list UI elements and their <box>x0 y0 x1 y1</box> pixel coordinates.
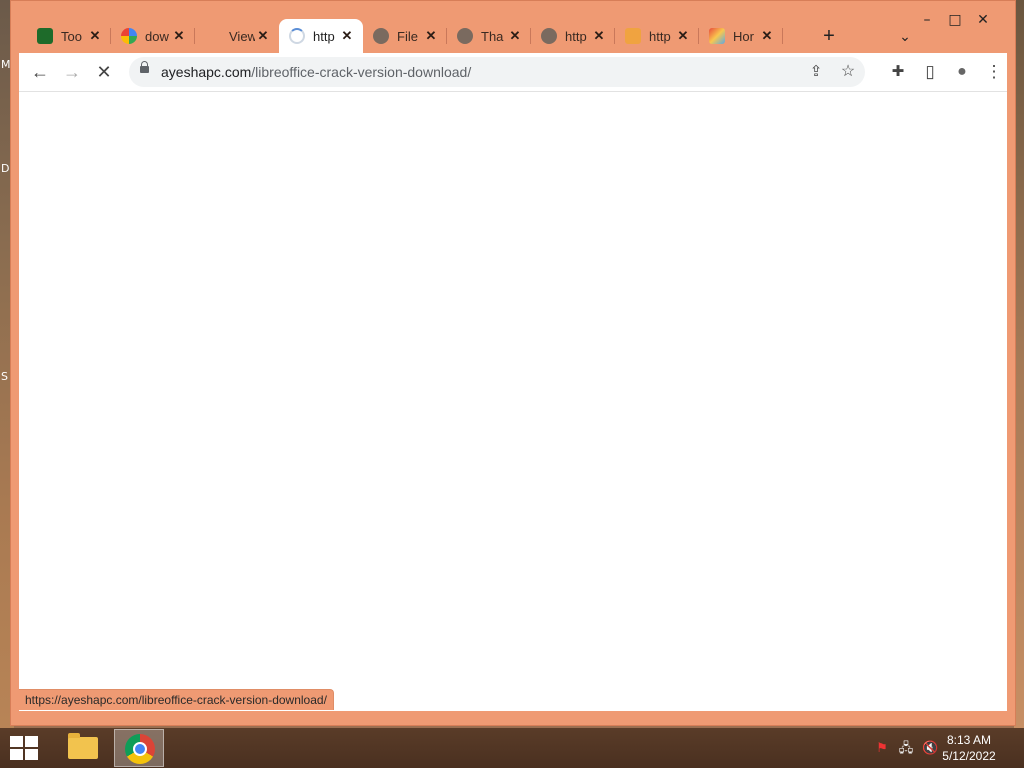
clock-time: 8:13 AM <box>946 733 992 747</box>
profile-avatar-icon[interactable]: ● <box>947 57 977 87</box>
gear-icon <box>37 28 53 44</box>
back-button[interactable]: ← <box>25 57 55 87</box>
address-bar[interactable]: ayeshapc.com/libreoffice-crack-version-d… <box>129 57 865 87</box>
tab-hor[interactable]: Hor ✕ <box>699 19 783 53</box>
globe-icon <box>373 28 389 44</box>
windows-logo-icon <box>25 749 38 760</box>
tab-label: Too <box>61 28 82 44</box>
tab-http-2[interactable]: http ✕ <box>615 19 699 53</box>
tab-label: File <box>397 28 418 44</box>
new-tab-button[interactable]: + <box>815 19 843 53</box>
tab-close-icon[interactable]: ✕ <box>339 28 355 44</box>
chrome-menu-icon[interactable]: ⋮ <box>979 57 1009 87</box>
windows-logo-icon <box>10 749 23 760</box>
action-center-flag-icon[interactable]: ⚑ <box>874 740 890 756</box>
loading-spinner-icon <box>289 28 305 44</box>
desktop-icon-label: D <box>1 162 10 175</box>
tab-separator <box>782 28 783 44</box>
browser-window: – □ ✕ Too ✕ dow ✕ View ✕ http ✕ File ✕ T… <box>10 0 1016 726</box>
share-icon[interactable]: ⇪ <box>801 57 831 87</box>
stop-loading-button[interactable]: ✕ <box>89 57 119 87</box>
tab-close-icon[interactable]: ✕ <box>759 28 775 44</box>
tab-label: View <box>229 28 255 44</box>
link-status-bubble: https://ayeshapc.com/libreoffice-crack-v… <box>19 689 334 710</box>
start-button[interactable] <box>10 736 38 760</box>
tab-file[interactable]: File ✕ <box>363 19 447 53</box>
tab-close-icon[interactable]: ✕ <box>255 28 271 44</box>
tab-close-icon[interactable]: ✕ <box>423 28 439 44</box>
tab-tools[interactable]: Too ✕ <box>27 19 111 53</box>
extensions-icon[interactable]: ✚ <box>883 57 913 87</box>
tab-label: Hor <box>733 28 754 44</box>
windows-taskbar: ⚑ 🖧 🔇 8:13 AM 5/12/2022 <box>0 728 1024 768</box>
taskbar-chrome[interactable] <box>114 729 164 767</box>
tab-close-icon[interactable]: ✕ <box>171 28 187 44</box>
tab-close-icon[interactable]: ✕ <box>591 28 607 44</box>
chrome-icon <box>125 734 155 764</box>
close-window-button[interactable]: ✕ <box>969 3 997 37</box>
tab-label: Tha <box>481 28 504 44</box>
tab-tha[interactable]: Tha ✕ <box>447 19 531 53</box>
globe-icon <box>457 28 473 44</box>
forward-button[interactable]: → <box>57 57 87 87</box>
orange-star-icon <box>625 28 641 44</box>
folder-icon <box>68 733 98 759</box>
bookmark-star-icon[interactable]: ☆ <box>833 57 863 87</box>
lock-icon[interactable] <box>140 61 149 73</box>
blank-favicon-icon <box>205 28 221 44</box>
tab-google-search[interactable]: dow ✕ <box>111 19 195 53</box>
url-host: ayeshapc.com <box>161 64 252 80</box>
tab-close-icon[interactable]: ✕ <box>87 28 103 44</box>
tab-close-icon[interactable]: ✕ <box>675 28 691 44</box>
side-panel-icon[interactable]: ▯ <box>915 57 945 87</box>
url-path: /libreoffice-crack-version-download/ <box>251 64 472 80</box>
system-clock[interactable]: 8:13 AM 5/12/2022 <box>934 732 1004 764</box>
tab-view[interactable]: View ✕ <box>195 19 279 53</box>
tab-label: http <box>649 28 671 44</box>
colorful-logo-icon <box>709 28 725 44</box>
google-icon <box>121 28 137 44</box>
taskbar-file-explorer[interactable] <box>56 729 106 767</box>
tab-label: dow <box>145 28 169 44</box>
windows-logo-icon <box>25 736 38 747</box>
url-text[interactable]: ayeshapc.com/libreoffice-crack-version-d… <box>161 57 471 87</box>
windows-logo-icon <box>10 736 23 747</box>
clock-date: 5/12/2022 <box>942 749 996 763</box>
network-icon[interactable]: 🖧 <box>898 740 914 756</box>
globe-icon <box>541 28 557 44</box>
tab-http[interactable]: http ✕ <box>531 19 615 53</box>
browser-toolbar: ← → ✕ ayeshapc.com/libreoffice-crack-ver… <box>19 53 1007 92</box>
tab-strip: Too ✕ dow ✕ View ✕ http ✕ File ✕ Tha ✕ h… <box>27 19 927 53</box>
tab-search-button[interactable]: ⌄ <box>895 19 915 53</box>
tab-label: http <box>313 28 335 44</box>
tab-label: http <box>565 28 587 44</box>
desktop-icon-label: S <box>1 370 8 383</box>
page-content-blank <box>19 92 1007 711</box>
maximize-button[interactable]: □ <box>941 3 969 37</box>
tab-close-icon[interactable]: ✕ <box>507 28 523 44</box>
tab-active-loading[interactable]: http ✕ <box>279 19 363 53</box>
